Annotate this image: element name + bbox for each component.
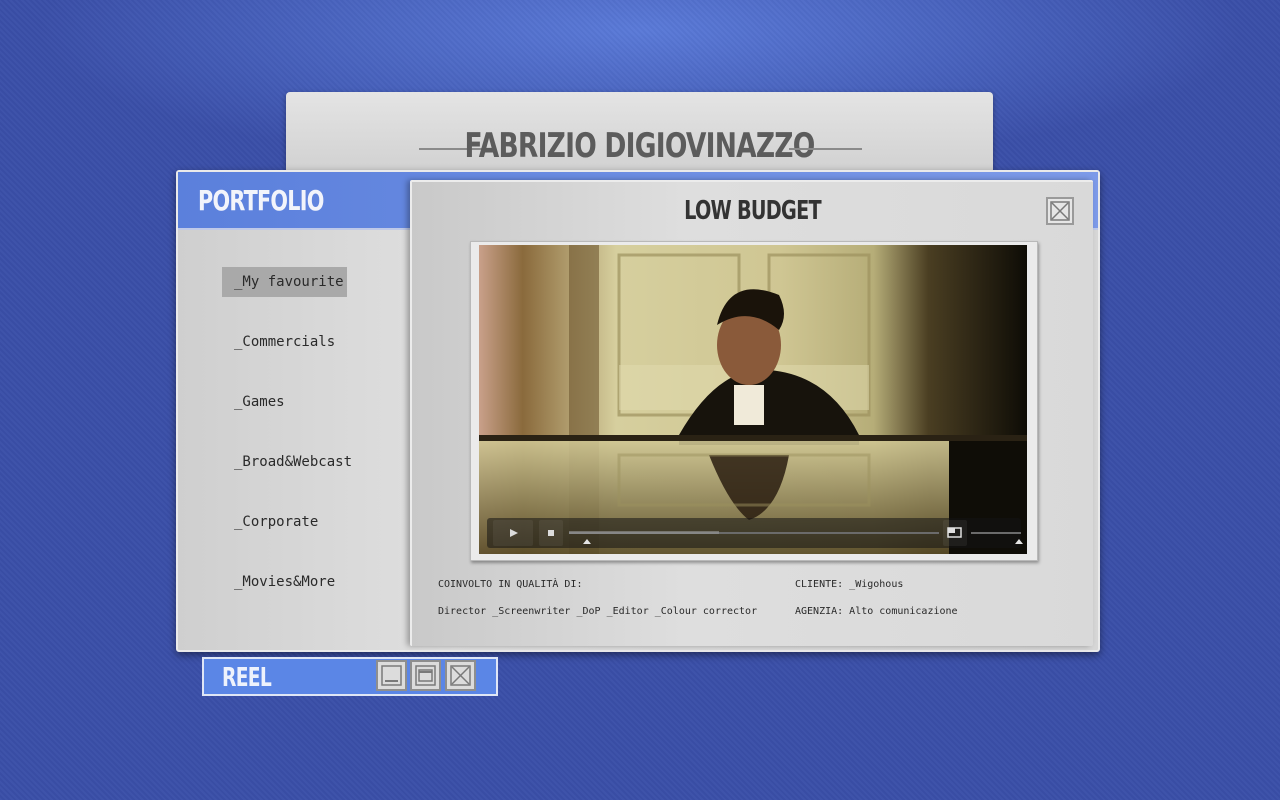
volume-slider[interactable] [971,518,1023,548]
maximize-icon [415,665,436,686]
video-player[interactable] [479,245,1027,554]
stop-button[interactable] [539,520,563,546]
nav-item-corporate[interactable]: _Corporate [222,507,330,537]
involved-label: COINVOLTO IN QUALITÀ DI: [438,579,583,590]
video-frame [470,241,1038,561]
play-button[interactable] [493,520,533,546]
minimize-icon [381,665,402,686]
title-window: FABRIZIO DIGIOVINAZZO [286,92,993,182]
portfolio-title: PORTFOLIO [198,184,324,217]
roles-text: Director _Screenwriter _DoP _Editor _Col… [438,606,758,617]
close-icon [1050,201,1070,221]
project-title: LOW BUDGET [684,196,822,226]
nav-item-commercials[interactable]: _Commercials [222,327,347,357]
reel-window[interactable]: REEL [202,657,498,696]
close-icon [450,665,471,686]
nav-item-broad-webcast[interactable]: _Broad&Webcast [222,447,364,477]
nav-item-movies-more[interactable]: _Movies&More [222,567,347,597]
progress-bar[interactable] [569,518,939,548]
client-text: CLIENTE: _Wigohous [795,579,904,590]
fullscreen-icon [947,527,962,538]
video-still [479,245,1027,554]
play-icon [510,529,518,537]
site-title: FABRIZIO DIGIOVINAZZO [464,126,815,166]
reel-close-button[interactable] [445,660,476,691]
nav-item-games[interactable]: _Games [222,387,297,417]
nav-item-my-favourite[interactable]: _My favourite [222,267,347,297]
title-rule-right [789,148,862,150]
stop-icon [548,530,554,536]
agency-text: AGENZIA: Alto comunicazione [795,606,958,617]
fullscreen-button[interactable] [943,520,967,546]
close-button[interactable] [1046,197,1074,225]
maximize-button[interactable] [410,660,441,691]
project-panel: LOW BUDGET COINVOLTO IN QUALITÀ DI: Dire… [410,180,1093,646]
reel-title: REEL [222,663,272,693]
player-controls [487,518,1023,548]
minimize-button[interactable] [376,660,407,691]
